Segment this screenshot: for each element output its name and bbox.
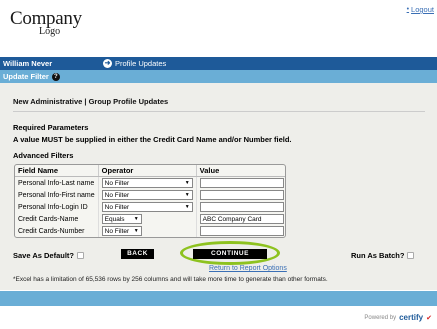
return-to-report-options-link[interactable]: Return to Report Options (209, 265, 287, 272)
operator-select[interactable]: No Filter ▼ (101, 190, 193, 200)
operator-value: No Filter (104, 203, 130, 211)
value-input[interactable]: ABC Company Card (199, 214, 284, 224)
operator-cell: No Filter ▼ (98, 176, 197, 189)
required-params-message: A value MUST be supplied in either the C… (13, 135, 292, 144)
profile-updates-link[interactable]: ➜ Profile Updates (103, 58, 166, 68)
profile-updates-label[interactable]: Profile Updates (115, 59, 166, 68)
top-nav-bar: William Never ➜ Profile Updates (0, 57, 437, 70)
value-cell (196, 176, 285, 189)
dropdown-caret-icon: ▼ (184, 204, 190, 210)
operator-select[interactable]: No Filter ▼ (101, 226, 142, 236)
operator-cell: No Filter ▼ (98, 201, 197, 213)
value-input[interactable] (199, 202, 284, 212)
powered-by: Powered by certify ✔ (364, 313, 432, 322)
field-name-cell: Credit Cards-Number (15, 225, 99, 237)
column-header-field: Field Name (15, 165, 99, 177)
table-header-row: Field Name Operator Value (15, 165, 285, 177)
save-as-default-label: Save As Default? (13, 251, 74, 260)
section-title: New Administrative | Group Profile Updat… (13, 97, 169, 106)
run-as-batch: Run As Batch? (351, 251, 415, 260)
operator-cell: No Filter ▼ (98, 225, 197, 237)
excel-limit-note: *Excel has a limitation of 65,536 rows b… (13, 276, 328, 283)
operator-cell: Equals ▼ (98, 213, 197, 225)
run-as-batch-checkbox[interactable] (407, 252, 415, 259)
certify-logo: certify (399, 313, 424, 322)
table-row: Credit Cards-Number No Filter ▼ (15, 225, 285, 237)
check-mark-icon: ✔ (426, 314, 432, 322)
save-as-default-checkbox[interactable] (77, 252, 84, 259)
main-content: New Administrative | Group Profile Updat… (0, 83, 437, 290)
column-header-operator: Operator (98, 165, 197, 177)
operator-select[interactable]: No Filter ▼ (101, 178, 193, 188)
save-as-default: Save As Default? (13, 251, 84, 260)
advanced-filters-title: Advanced Filters (13, 151, 74, 160)
field-name-cell: Personal Info-First name (15, 189, 99, 201)
operator-value: No Filter (104, 191, 130, 199)
logout-label[interactable]: Logout (411, 5, 434, 14)
back-button[interactable]: BACK (121, 249, 154, 259)
dropdown-caret-icon: ▼ (184, 192, 190, 198)
operator-value: No Filter (104, 227, 130, 235)
operator-select[interactable]: No Filter ▼ (101, 202, 193, 212)
value-cell: ABC Company Card (196, 213, 285, 225)
arrow-right-icon: ➜ (103, 58, 112, 68)
column-header-value: Value (196, 165, 285, 177)
powered-by-label: Powered by (364, 314, 397, 321)
value-cell (196, 189, 285, 201)
continue-button[interactable]: CONTINUE (193, 249, 267, 259)
page-title-text: Update Filter (3, 72, 49, 81)
table-row: Personal Info-Last name No Filter ▼ (15, 176, 285, 189)
logout-link[interactable]: • Logout (407, 5, 434, 14)
operator-value: Equals (104, 215, 125, 223)
divider (13, 111, 425, 112)
table-row: Personal Info-First name No Filter ▼ (15, 189, 285, 201)
table-row: Personal Info-Login ID No Filter ▼ (15, 201, 285, 213)
value-input[interactable] (199, 226, 284, 236)
bullet-icon: • (406, 6, 410, 13)
filters-table: Field Name Operator Value Personal Info-… (14, 164, 286, 238)
operator-cell: No Filter ▼ (98, 189, 197, 201)
value-input[interactable] (199, 190, 284, 200)
run-as-batch-label: Run As Batch? (351, 251, 405, 260)
footer-bar (0, 291, 437, 306)
operator-value: No Filter (104, 179, 130, 187)
field-name-cell: Personal Info-Last name (15, 176, 99, 189)
dropdown-caret-icon: ▼ (184, 180, 190, 186)
field-name-cell: Personal Info-Login ID (15, 201, 99, 213)
sub-header-bar: Update Filter ? (0, 70, 437, 83)
company-logo: Company Logo (10, 8, 100, 48)
page-title: Update Filter ? (3, 72, 60, 81)
field-name-cell: Credit Cards-Name (15, 213, 99, 225)
dropdown-caret-icon: ▼ (133, 216, 139, 222)
value-input[interactable] (199, 178, 284, 188)
page-header: Company Logo • Logout (0, 0, 437, 55)
help-icon[interactable]: ? (51, 72, 60, 81)
user-name: William Never (3, 59, 53, 68)
operator-select[interactable]: Equals ▼ (101, 214, 142, 224)
dropdown-caret-icon: ▼ (133, 228, 139, 234)
required-params-title: Required Parameters (13, 123, 89, 132)
value-cell (196, 201, 285, 213)
table-row: Credit Cards-Name Equals ▼ ABC Company Ca… (15, 213, 285, 225)
value-cell (196, 225, 285, 237)
